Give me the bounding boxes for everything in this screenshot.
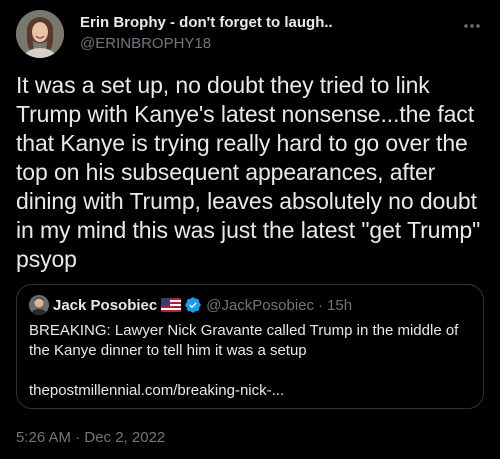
- quoted-tweet-link[interactable]: thepostmillennial.com/breaking-nick-...: [29, 381, 471, 401]
- author-display-name[interactable]: Erin Brophy - don't forget to laugh..: [80, 13, 333, 33]
- more-options-icon[interactable]: [462, 16, 482, 36]
- author-avatar[interactable]: [16, 10, 64, 58]
- quoted-author-name: Jack Posobiec: [53, 296, 158, 314]
- quoted-author-handle: @JackPosobiec: [206, 296, 315, 314]
- us-flag-icon: [161, 298, 182, 312]
- quoted-tweet-header: Jack Posobiec @JackPosobiec · 15h: [29, 295, 471, 315]
- quoted-tweet-time: 15h: [327, 296, 353, 314]
- tweet-timestamp[interactable]: 5:26 AM · Dec 2, 2022: [16, 428, 165, 448]
- tweet-header: Erin Brophy - don't forget to laugh.. @E…: [16, 10, 484, 58]
- verified-badge-icon: [184, 296, 202, 314]
- tweet-text: It was a set up, no doubt they tried to …: [16, 72, 481, 272]
- separator-dot: ·: [318, 296, 324, 314]
- quoted-tweet-text: BREAKING: Lawyer Nick Gravante called Tr…: [29, 322, 459, 359]
- author-handle[interactable]: @ERINBROPHY18: [80, 34, 333, 54]
- quoted-tweet[interactable]: Jack Posobiec @JackPosobiec · 15h BREAKI…: [16, 284, 484, 409]
- quoted-author-avatar: [29, 295, 49, 315]
- author-names: Erin Brophy - don't forget to laugh.. @E…: [80, 13, 333, 54]
- tweet[interactable]: Erin Brophy - don't forget to laugh.. @E…: [0, 0, 500, 459]
